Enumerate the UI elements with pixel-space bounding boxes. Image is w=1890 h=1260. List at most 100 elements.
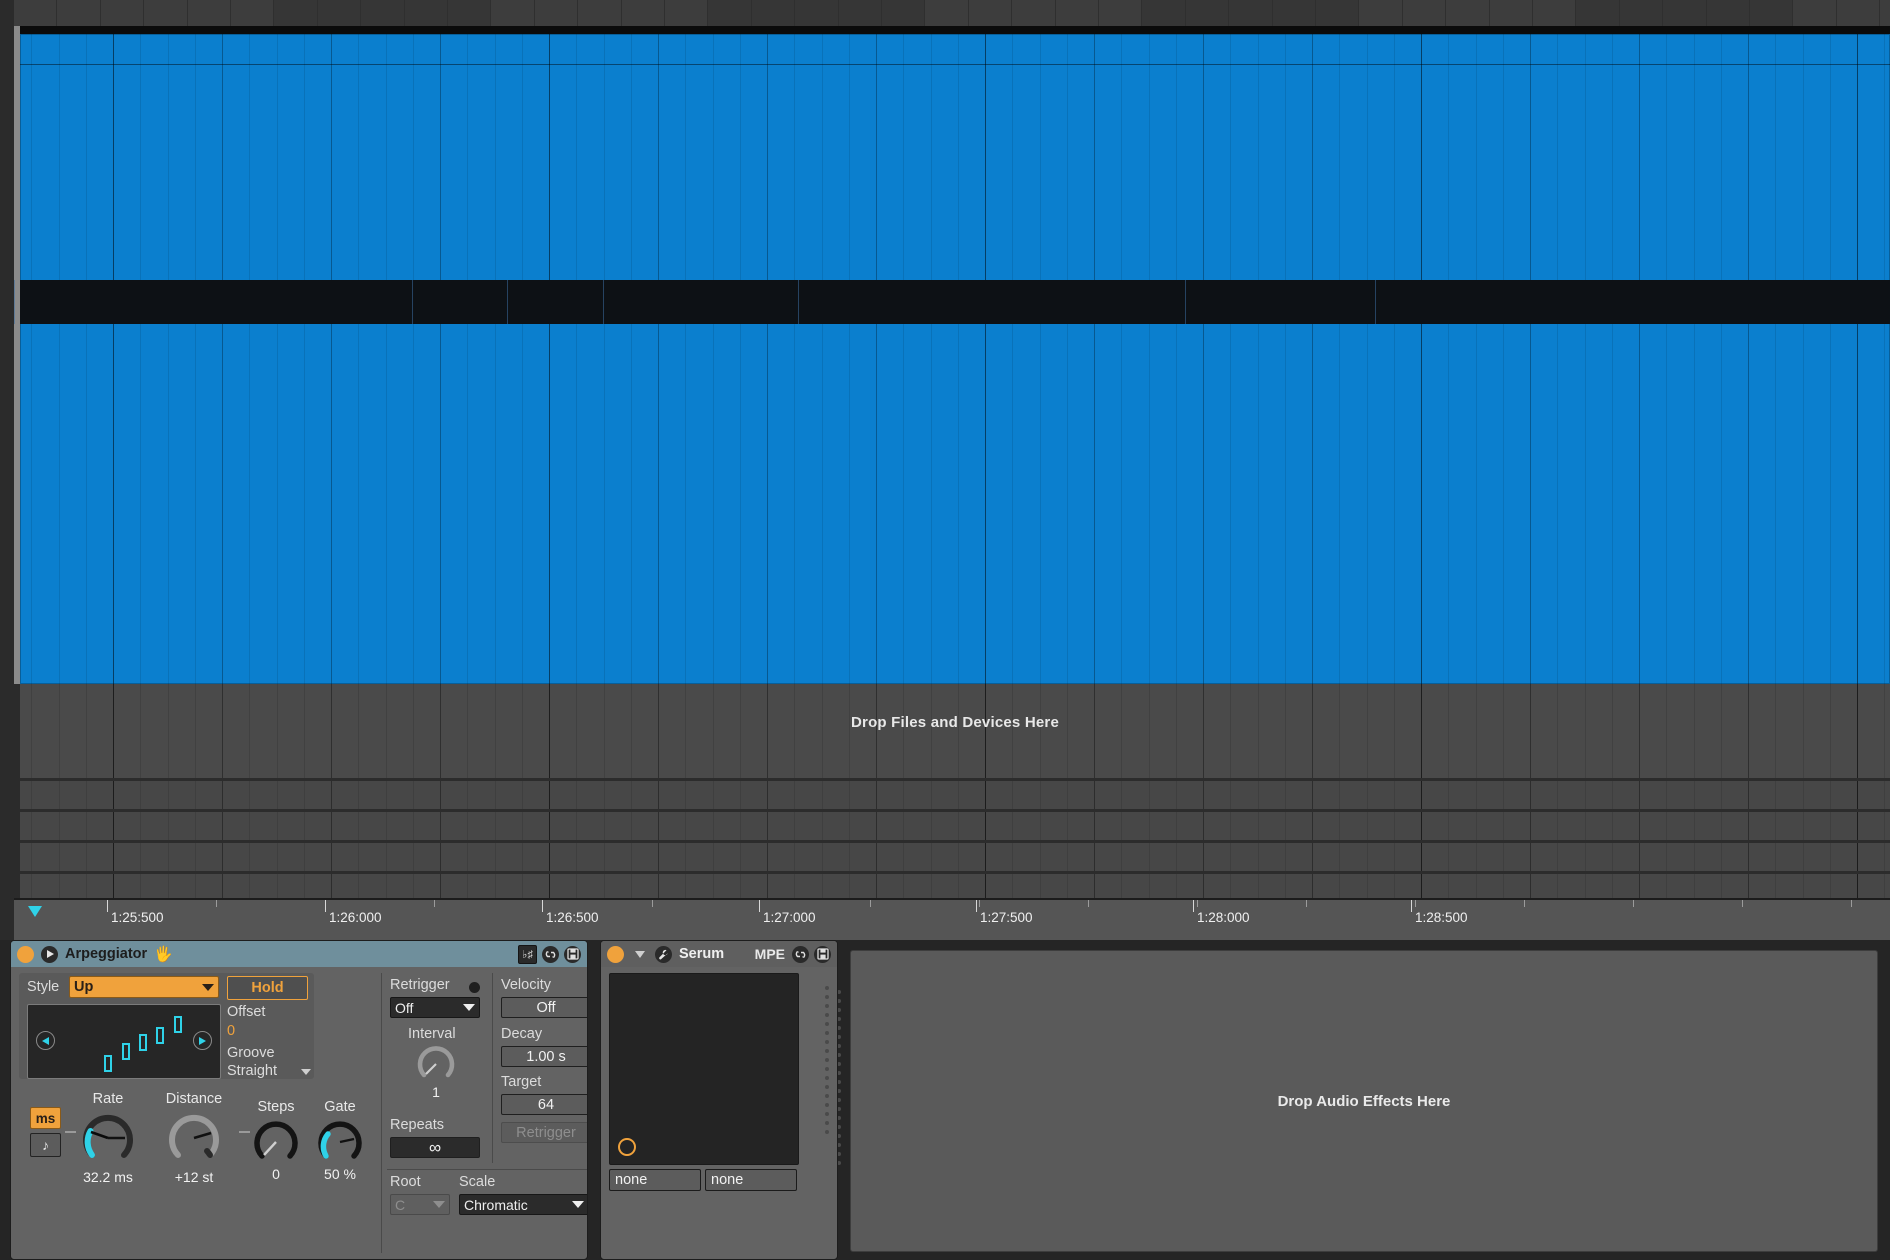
target-label: Target [501, 1074, 542, 1090]
distance-knob-dial [169, 1114, 219, 1158]
clip-top-border [20, 26, 1890, 34]
rate-ms-button[interactable]: ms [30, 1107, 61, 1129]
clip-body[interactable] [14, 34, 1890, 684]
interval-knob[interactable] [417, 1045, 455, 1083]
repeats-label: Repeats [390, 1117, 445, 1133]
interval-value[interactable]: 1 [417, 1084, 455, 1100]
repeats-field[interactable]: ∞ [390, 1137, 480, 1158]
steps-value[interactable]: 0 [249, 1166, 303, 1182]
rate-note-button[interactable]: ♪ [30, 1133, 61, 1157]
track-lane[interactable] [20, 809, 1890, 843]
scale-dropdown[interactable]: Chromatic [459, 1194, 587, 1215]
hand-icon: 🖐 [154, 945, 173, 963]
velocity-field[interactable]: Off [501, 997, 587, 1018]
device-chain-area: Arpeggiator 🖐 ♭♯ Style Up Hold Offset 0 … [0, 940, 1890, 1260]
arrangement-view: Drop Files and Devices Here 1/32 1:25:50… [0, 0, 1890, 940]
drop-files-label: Drop Files and Devices Here [851, 714, 1059, 731]
device-arpeggiator[interactable]: Arpeggiator 🖐 ♭♯ Style Up Hold Offset 0 … [10, 940, 588, 1260]
device-serum[interactable]: Serum MPE none none [600, 940, 838, 1260]
retrigger-led-icon [469, 982, 480, 993]
scale-label: Scale [459, 1174, 496, 1190]
distance-label: Distance [165, 1091, 223, 1107]
distance-knob[interactable] [167, 1111, 221, 1165]
interval-knob-dial [417, 1046, 455, 1078]
rate-knob-dial [83, 1114, 133, 1158]
target-field[interactable]: 64 [501, 1094, 587, 1115]
offset-value[interactable]: 0 [227, 1023, 235, 1039]
gate-knob-dial [318, 1121, 362, 1159]
serum-macro-led-icon[interactable] [618, 1138, 636, 1156]
arpeggiator-title-bar[interactable]: Arpeggiator 🖐 ♭♯ [11, 941, 587, 967]
groove-label: Groove [227, 1045, 275, 1061]
chevron-down-icon [202, 983, 214, 991]
power-toggle-icon[interactable] [607, 945, 624, 963]
ableton-live-window: Drop Files and Devices Here 1/32 1:25:50… [0, 0, 1890, 1260]
note-label: ♪ [42, 1137, 49, 1153]
style-label: Style [27, 979, 60, 995]
link-dash [239, 1131, 250, 1133]
rate-value[interactable]: 32.2 ms [67, 1169, 149, 1185]
serum-plugin-screen[interactable] [609, 973, 799, 1165]
decay-value: 1.00 s [526, 1048, 566, 1065]
decay-field[interactable]: 1.00 s [501, 1046, 587, 1067]
pattern-note [139, 1034, 147, 1051]
serum-macro-right[interactable]: none [705, 1169, 797, 1191]
midi-map-icon[interactable] [792, 945, 809, 963]
midi-map-glyph [545, 950, 556, 958]
midi-map-icon[interactable] [542, 945, 559, 963]
steps-knob[interactable] [253, 1119, 299, 1165]
column-separator [492, 973, 493, 1163]
mpe-label[interactable]: MPE [755, 946, 785, 962]
hold-button[interactable]: Hold [227, 976, 308, 1000]
retrigger-value: Off [395, 999, 414, 1016]
midi-map-glyph [795, 950, 806, 958]
retrigger-dropdown[interactable]: Off [390, 997, 480, 1018]
device-resize-handle[interactable] [824, 986, 829, 1151]
chevron-down-icon[interactable] [301, 1069, 311, 1075]
gate-label: Gate [324, 1099, 356, 1115]
serum-title-bar[interactable]: Serum MPE [601, 941, 837, 967]
track-lane[interactable] [20, 871, 1890, 901]
groove-value[interactable]: Straight [227, 1063, 277, 1079]
repeats-value: ∞ [428, 1137, 442, 1157]
velocity-value: Off [536, 999, 556, 1016]
root-value: C [395, 1196, 406, 1213]
rate-knob[interactable] [81, 1111, 135, 1165]
arp-pattern-display[interactable] [27, 1004, 221, 1079]
distance-value[interactable]: +12 st [153, 1169, 235, 1185]
save-preset-icon[interactable] [814, 945, 831, 963]
drop-audio-effects-area[interactable]: Drop Audio Effects Here [850, 950, 1878, 1252]
midi-clip[interactable] [14, 26, 1890, 684]
power-toggle-icon[interactable] [17, 945, 34, 963]
clip-note-lane-dark [14, 280, 1890, 324]
arrangement-canvas[interactable]: Drop Files and Devices Here 1/32 1:25:50… [14, 0, 1890, 940]
pattern-next-button[interactable] [193, 1031, 212, 1050]
play-icon[interactable] [41, 945, 58, 963]
chevron-down-icon [463, 1004, 475, 1011]
style-value: Up [74, 979, 94, 995]
track-lane[interactable] [20, 778, 1890, 812]
gate-value[interactable]: 50 % [307, 1166, 373, 1182]
chevron-down-icon[interactable] [631, 946, 648, 963]
save-preset-icon[interactable] [564, 945, 581, 963]
serum-macro-left-value: none [615, 1172, 648, 1188]
decay-label: Decay [501, 1026, 543, 1042]
chevron-down-icon [572, 1201, 584, 1208]
serum-macro-left[interactable]: none [609, 1169, 701, 1191]
serum-macro-right-value: none [711, 1172, 744, 1188]
wrench-icon[interactable] [655, 945, 672, 963]
timeline-ruler[interactable]: 1:25:500 1:26:000 1:26:500 1:27:000 1:27:500… [14, 898, 1890, 940]
drop-files-track[interactable]: Drop Files and Devices Here [20, 684, 1890, 778]
playhead-marker-icon[interactable] [28, 906, 42, 917]
retrigger-button[interactable]: Retrigger [501, 1122, 587, 1143]
arp-style-panel: Style Up Hold Offset 0 Groove Straight [19, 973, 314, 1079]
root-dropdown[interactable]: C [390, 1194, 450, 1215]
gate-knob[interactable] [317, 1119, 363, 1165]
device-title: Serum [679, 946, 725, 962]
pattern-prev-button[interactable] [36, 1031, 55, 1050]
arrangement-top-strip[interactable] [14, 0, 1890, 26]
style-dropdown[interactable]: Up [69, 976, 219, 998]
flat-sharp-icon[interactable]: ♭♯ [518, 944, 537, 964]
link-dash [65, 1131, 76, 1133]
track-lane[interactable] [20, 840, 1890, 874]
